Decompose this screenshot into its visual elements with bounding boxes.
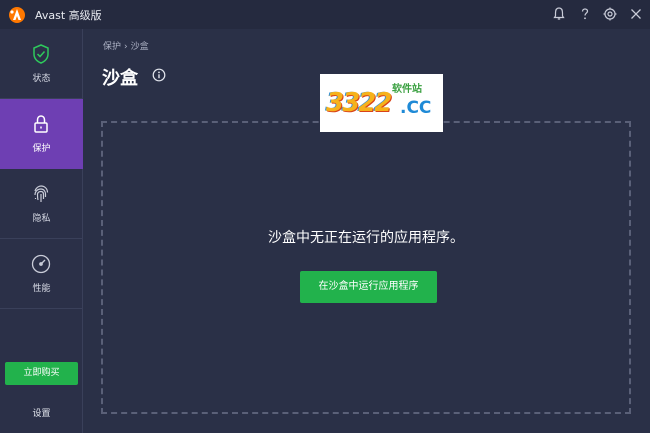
close-icon[interactable]	[628, 6, 644, 22]
speedometer-icon	[30, 253, 52, 275]
sidebar-item-protection[interactable]: 保护	[0, 99, 83, 169]
watermark-domain: .CC	[400, 98, 432, 118]
sidebar-item-status[interactable]: 状态	[0, 29, 83, 99]
breadcrumb-item-protection[interactable]: 保护	[103, 42, 121, 52]
run-in-sandbox-button[interactable]: 在沙盒中运行应用程序	[300, 271, 437, 303]
watermark-digits: 3322	[326, 88, 392, 118]
help-icon[interactable]	[577, 6, 593, 22]
title-bar: Avast 高级版	[0, 0, 650, 29]
lock-icon	[30, 113, 52, 135]
sandbox-panel: 沙盒中无正在运行的应用程序。 在沙盒中运行应用程序	[101, 121, 631, 414]
sidebar-item-privacy[interactable]: 隐私	[0, 169, 83, 239]
sidebar: 状态 保护 隐私 性能 立即购买 设置	[0, 29, 83, 433]
sidebar-item-performance[interactable]: 性能	[0, 239, 83, 309]
settings-link[interactable]: 设置	[0, 406, 83, 419]
sidebar-item-label: 隐私	[32, 214, 51, 224]
watermark-logo: 3322 软件站 .CC	[320, 74, 443, 132]
breadcrumb-separator: ›	[124, 42, 128, 52]
fingerprint-icon	[30, 183, 52, 205]
bell-icon[interactable]	[551, 6, 567, 22]
sidebar-item-label: 保护	[32, 144, 51, 154]
info-icon[interactable]	[152, 68, 166, 82]
breadcrumb: 保护 › 沙盒	[103, 39, 149, 52]
shield-check-icon	[30, 43, 52, 65]
avast-logo-icon	[8, 6, 26, 24]
sidebar-item-label: 性能	[32, 284, 51, 294]
buy-now-button[interactable]: 立即购买	[5, 362, 78, 385]
settings-icon[interactable]	[602, 6, 618, 22]
empty-state-message: 沙盒中无正在运行的应用程序。	[268, 230, 464, 246]
watermark-site-label: 软件站	[392, 84, 422, 95]
app-title: Avast 高级版	[35, 9, 102, 22]
sidebar-item-label: 状态	[32, 74, 51, 84]
page-title: 沙盒	[102, 68, 138, 89]
main-panel: 保护 › 沙盒 沙盒 沙盒中无正在运行的应用程序。 在沙盒中运行应用程序 3322 …	[84, 29, 650, 433]
breadcrumb-item-sandbox: 沙盒	[130, 42, 149, 52]
